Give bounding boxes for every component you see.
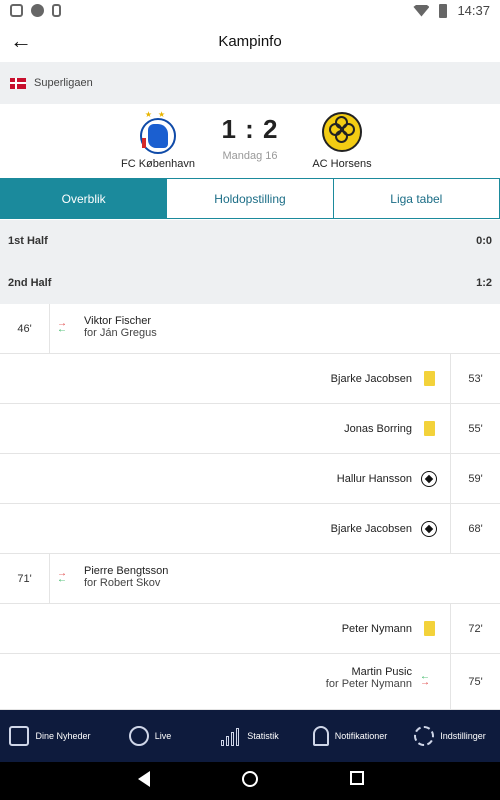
bell-icon [312,726,329,746]
yellow-card-icon [424,621,435,636]
event-text: Martin Pusic for Peter Nymann [326,666,412,690]
event-text: Pierre Bengtsson for Robert Skov [84,565,168,589]
system-nav-bar [0,762,500,800]
first-half-row: 1st Half 0:0 [0,220,500,262]
nav-label: Statistik [247,731,279,741]
substitution-icon: ← → [420,671,430,688]
notification-icons [10,4,61,17]
nav-indstillinger[interactable]: Indstillinger [400,710,500,762]
status-time: 14:37 [457,3,490,18]
event-row: 71' → ← Pierre Bengtsson for Robert Skov [0,554,500,604]
system-back-icon[interactable] [138,771,150,787]
event-minute: 55' [450,404,500,454]
event-minute: 71' [0,554,50,604]
event-row: Bjarke Jacobsen 53' [0,354,500,404]
nav-notifikationer[interactable]: Notifikationer [300,710,400,762]
event-minute: 59' [450,454,500,504]
event-row: Hallur Hansson 59' [0,454,500,504]
event-text: Bjarke Jacobsen [331,523,412,535]
nav-label: Live [154,731,172,741]
nav-label: Notifikationer [334,731,388,741]
half-label: 1st Half [8,235,48,247]
nav-label: Dine Nyheder [35,731,91,741]
app-bar: ← Kampinfo [0,22,500,62]
event-text: Viktor Fischer for Ján Gregus [84,315,157,339]
event-minute: 75' [450,654,500,710]
event-player: Bjarke Jacobsen [330,523,412,535]
event-minute: 72' [450,604,500,654]
nav-statistik[interactable]: Statistik [200,710,300,762]
ac-horsens-logo-icon [320,110,364,154]
event-row: Jonas Borring 55' [0,404,500,454]
nav-live[interactable]: Live [100,710,200,762]
away-team-name: AC Horsens [312,158,372,170]
fc-kobenhavn-logo-icon: ★★ [136,110,180,154]
app-notification-icon [10,4,23,17]
event-sub-text: for Ján Gregus [84,327,157,339]
status-bar: 14:37 [0,0,500,22]
status-right: 14:37 [413,3,490,18]
system-home-icon[interactable] [242,771,258,787]
sync-notification-icon [31,4,44,17]
event-row: Bjarke Jacobsen 68' [0,504,500,554]
wifi-icon [413,4,430,17]
gear-icon [414,726,435,746]
bar-chart-icon [221,726,241,746]
battery-icon [439,3,448,18]
match-tabs: Overblik Holdopstilling Liga tabel [0,178,500,219]
event-text: Peter Nymann [342,623,412,635]
substitution-icon: → ← [57,318,67,335]
system-recents-icon[interactable] [350,771,364,785]
bottom-nav: Dine Nyheder Live Statistik Notifikation… [0,710,500,762]
denmark-flag-icon [10,77,26,89]
substitution-icon: → ← [57,568,67,585]
stopwatch-icon [128,726,149,746]
event-player: Hallur Hansson [336,473,412,485]
league-bar[interactable]: Superligaen [0,62,500,104]
event-player: Martin Pusic [351,666,412,678]
second-half-row: 2nd Half 1:2 [0,262,500,304]
nav-dine-nyheder[interactable]: Dine Nyheder [0,710,100,762]
yellow-card-icon [424,371,435,386]
event-minute: 53' [450,354,500,404]
sd-card-icon [52,4,61,17]
event-sub-text: for Peter Nymann [325,678,412,690]
tab-overblik[interactable]: Overblik [1,179,168,218]
event-player: Peter Nymann [341,623,412,635]
event-row: Martin Pusic for Peter Nymann ← → 75' [0,654,500,710]
event-text: Bjarke Jacobsen [331,373,412,385]
event-player: Pierre Bengtsson [84,565,169,577]
tab-liga-tabel[interactable]: Liga tabel [333,179,499,218]
half-label: 2nd Half [8,277,52,289]
event-text: Jonas Borring [344,423,412,435]
nav-label: Indstillinger [440,731,486,741]
event-text: Hallur Hansson [337,473,412,485]
event-minute: 46' [0,304,50,354]
event-player: Bjarke Jacobsen [330,373,412,385]
event-player: Jonas Borring [344,423,412,435]
event-row: 46' → ← Viktor Fischer for Ján Gregus [0,304,500,354]
football-goal-icon [421,521,437,537]
tab-holdopstilling[interactable]: Holdopstilling [167,179,334,218]
football-goal-icon [421,471,437,487]
match-header: ★★ FC København 1 : 2 Mandag 16 AC Horse… [0,104,500,178]
half-score: 1:2 [476,277,492,289]
page-title: Kampinfo [218,33,282,50]
event-row: Peter Nymann 72' [0,604,500,654]
league-name: Superligaen [34,77,93,89]
event-minute: 68' [450,504,500,554]
half-score: 0:0 [476,235,492,247]
yellow-card-icon [424,421,435,436]
away-team[interactable]: AC Horsens [277,110,407,170]
event-player: Viktor Fischer [84,315,152,327]
news-icon [9,726,30,746]
event-sub-text: for Robert Skov [84,577,161,589]
